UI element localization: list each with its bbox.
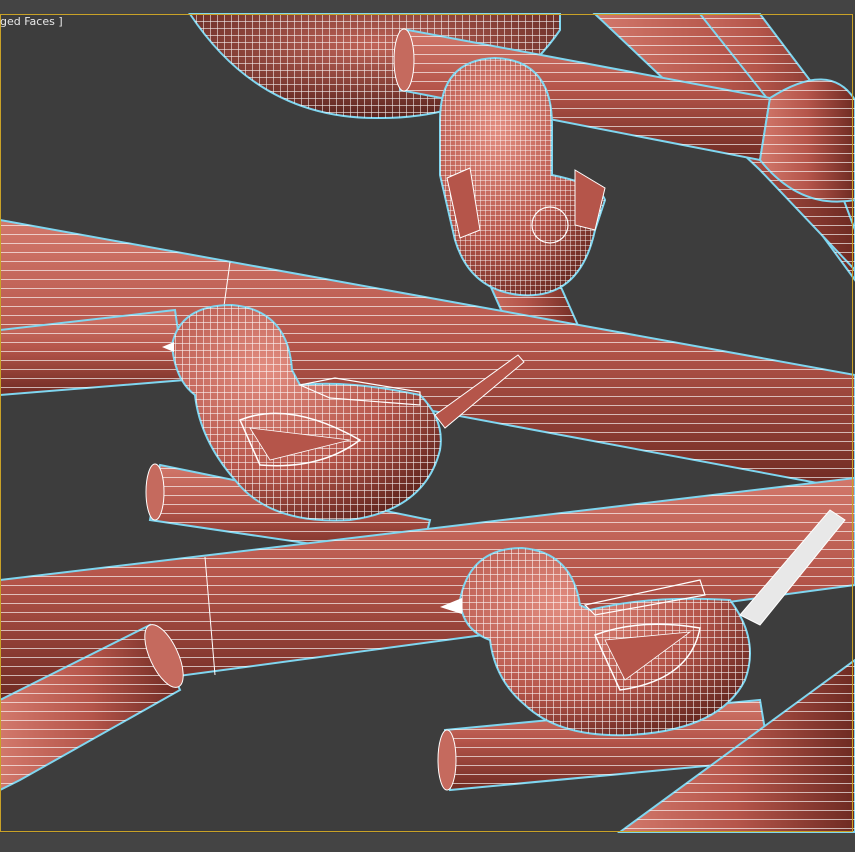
viewport-shading-label[interactable]: ged Faces ] [0, 15, 63, 28]
viewport-bottom-strip [0, 833, 855, 852]
scene-canvas[interactable] [0, 0, 855, 852]
perspective-viewport[interactable]: ged Faces ] [0, 0, 855, 852]
